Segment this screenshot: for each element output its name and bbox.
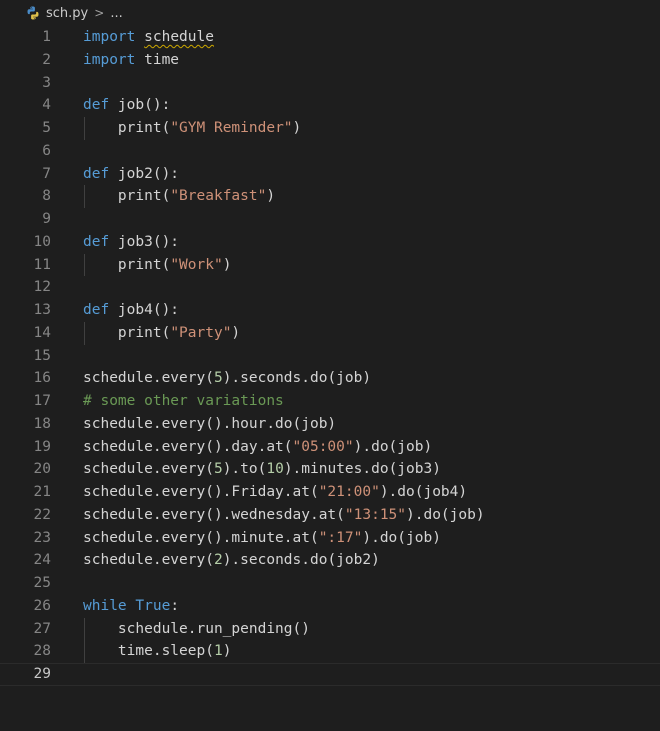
code-line[interactable]: 12: [0, 276, 660, 299]
line-number: 25: [33, 575, 51, 591]
code-text: # some other variations: [83, 393, 284, 409]
chevron-right-icon: >: [94, 6, 105, 20]
line-number: 12: [33, 279, 51, 296]
code-line[interactable]: 18 schedule.every().hour.do(job): [0, 413, 660, 436]
code-line[interactable]: 3: [0, 72, 660, 95]
code-text: schedule.every().hour.do(job): [83, 415, 337, 432]
code-line[interactable]: 6: [0, 140, 660, 163]
code-line[interactable]: 2 import time: [0, 49, 660, 72]
breadcrumb-file[interactable]: sch.py: [46, 6, 88, 21]
code-line[interactable]: 14 print("Party"): [0, 321, 660, 345]
line-number: 6: [42, 142, 51, 159]
code-text: def job():: [83, 97, 171, 114]
code-text: print("Breakfast"): [83, 188, 276, 205]
line-number: 11: [33, 256, 51, 273]
code-line[interactable]: 25: [0, 572, 660, 595]
code-line[interactable]: 28 time.sleep(1): [0, 640, 660, 663]
line-number: 19: [33, 438, 51, 455]
line-number: 4: [42, 97, 51, 114]
code-line[interactable]: 27 schedule.run_pending(): [0, 617, 660, 641]
line-number: 10: [33, 233, 51, 250]
code-text: def job4():: [83, 302, 180, 318]
line-number: 13: [33, 302, 51, 318]
code-area[interactable]: 1 import schedule 2 import time 3 4 def job():…: [0, 26, 660, 686]
code-line[interactable]: 8 print("Breakfast"): [0, 185, 660, 208]
code-line[interactable]: 26 while True:: [0, 595, 660, 618]
line-number: 28: [33, 643, 51, 660]
line-number: 9: [42, 211, 51, 227]
code-line[interactable]: 19 schedule.every().day.at("05:00").do(jo…: [0, 436, 660, 459]
code-text: schedule.run_pending(): [83, 620, 310, 637]
code-line[interactable]: 1 import schedule: [0, 26, 660, 49]
line-number: 21: [33, 484, 51, 500]
line-number: 24: [33, 552, 51, 569]
breadcrumb: sch.py > ...: [0, 0, 660, 26]
code-line[interactable]: 7 def job2():: [0, 163, 660, 186]
line-number: 2: [42, 51, 51, 68]
code-text: print("Work"): [83, 256, 232, 273]
code-text: import time: [83, 51, 180, 68]
code-text: def job3():: [83, 233, 180, 250]
line-number: 27: [33, 620, 51, 637]
line-number: 29: [33, 666, 51, 682]
code-line[interactable]: 9: [0, 208, 660, 231]
code-text: time.sleep(1): [83, 643, 232, 660]
breadcrumb-more[interactable]: ...: [110, 6, 122, 21]
code-line[interactable]: 23 schedule.every().minute.at(":17").do(j…: [0, 527, 660, 550]
code-line[interactable]: 16 schedule.every(5).seconds.do(job): [0, 367, 660, 390]
code-text: schedule.every().wednesday.at("13:15").d…: [83, 506, 485, 523]
code-text: def job2():: [83, 165, 180, 182]
code-line[interactable]: 5 print("GYM Reminder"): [0, 117, 660, 140]
code-line[interactable]: 20 schedule.every(5).to(10).minutes.do(jo…: [0, 458, 660, 481]
code-line[interactable]: 22 schedule.every().wednesday.at("13:15")…: [0, 504, 660, 527]
code-line[interactable]: 17 # some other variations: [0, 390, 660, 413]
code-line[interactable]: 11 print("Work"): [0, 253, 660, 277]
code-text: schedule.every(5).to(10).minutes.do(job3…: [83, 461, 441, 478]
line-number: 23: [33, 529, 51, 546]
line-number: 16: [33, 370, 51, 387]
code-line[interactable]: 21 schedule.every().Friday.at("21:00").do…: [0, 481, 660, 504]
python-icon: [26, 6, 40, 20]
code-text: schedule.every(5).seconds.do(job): [83, 370, 372, 387]
code-text: schedule.every().Friday.at("21:00").do(j…: [83, 484, 468, 500]
code-text: print("Party"): [83, 324, 241, 341]
code-text: schedule.every().day.at("05:00").do(job): [83, 438, 433, 455]
code-text: import schedule: [83, 29, 214, 45]
line-number: 8: [42, 188, 51, 205]
line-number: 15: [33, 347, 51, 364]
code-line[interactable]: 24 schedule.every(2).seconds.do(job2): [0, 549, 660, 572]
line-number: 20: [33, 461, 51, 478]
code-line[interactable]: 10 def job3():: [0, 231, 660, 254]
line-number: 17: [33, 393, 51, 409]
line-number: 5: [42, 120, 51, 136]
line-number: 18: [33, 415, 51, 432]
code-text: while True:: [83, 597, 180, 614]
code-text: print("GYM Reminder"): [83, 120, 302, 136]
line-number: 22: [33, 506, 51, 523]
code-line[interactable]: 29: [0, 663, 660, 686]
code-line[interactable]: 13 def job4():: [0, 299, 660, 322]
code-text: schedule.every(2).seconds.do(job2): [83, 552, 380, 569]
code-editor[interactable]: sch.py > ... 1 import schedule 2 import tim…: [0, 0, 660, 731]
code-line[interactable]: 15: [0, 345, 660, 368]
line-number: 1: [42, 29, 51, 45]
line-number: 7: [42, 165, 51, 182]
code-line[interactable]: 4 def job():: [0, 94, 660, 117]
line-number: 3: [42, 74, 51, 91]
code-text: schedule.every().minute.at(":17").do(job…: [83, 529, 441, 546]
line-number: 26: [33, 597, 51, 614]
line-number: 14: [33, 324, 51, 341]
